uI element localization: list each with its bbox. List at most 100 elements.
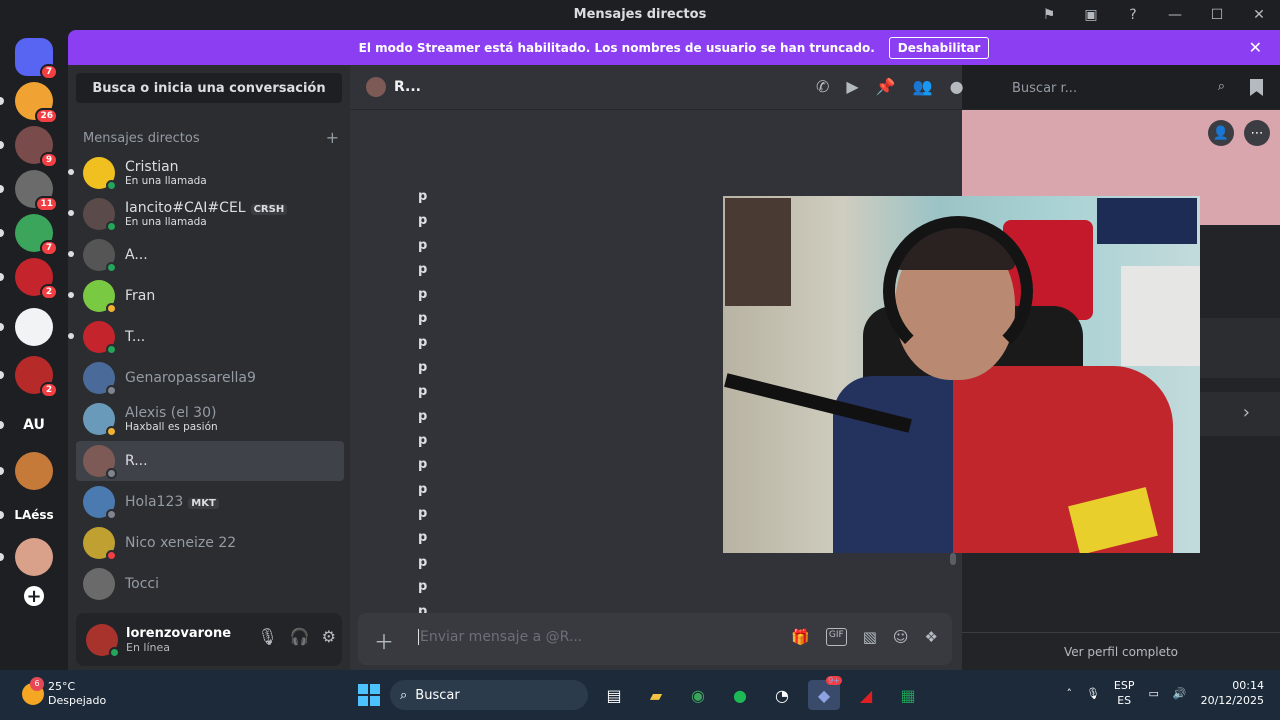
server-icon[interactable]: LAéss <box>14 496 54 534</box>
server-icon[interactable]: 2 <box>15 356 58 398</box>
dm-list-item[interactable]: Hola123 MKT <box>76 482 344 522</box>
chevron-up-icon[interactable]: ˄ <box>1066 687 1072 700</box>
headphones-icon[interactable]: 🎧 <box>290 627 310 646</box>
disable-streamer-button[interactable]: Deshabilitar <box>888 36 990 59</box>
pinned-icon[interactable]: 📌 <box>876 77 896 96</box>
discord-icon[interactable]: ◆ 9+ <box>808 676 842 710</box>
dm-list-item[interactable]: A... <box>68 235 344 275</box>
status-dot <box>106 509 117 520</box>
search-input[interactable]: Buscar r... ⌕ <box>1004 75 1232 101</box>
chevron-right-icon: › <box>1242 402 1250 423</box>
banner-close-icon[interactable]: ✕ <box>1249 38 1262 57</box>
create-dm-icon[interactable]: + <box>326 128 339 147</box>
chat-header: R... ✆ ▶ 📌 👥 ● Buscar r... ⌕ <box>350 65 1280 110</box>
spreadsheet-icon[interactable]: ▦ <box>892 680 924 710</box>
server-icon[interactable]: AU <box>15 406 53 444</box>
flag-icon[interactable]: ⚑ <box>1028 0 1070 30</box>
more-options-icon[interactable]: ⋯ <box>1244 120 1270 146</box>
server-icon[interactable]: 2 <box>15 258 58 300</box>
add-friend-icon[interactable]: 👥 <box>913 77 933 96</box>
chrome-icon[interactable]: ◉ <box>682 680 714 710</box>
file-explorer-icon[interactable]: ▰ <box>640 680 672 710</box>
dm-list-item[interactable]: R... <box>76 441 344 481</box>
avatar[interactable] <box>86 623 120 658</box>
video-call-icon[interactable]: ▶ <box>846 77 858 96</box>
server-icon[interactable] <box>15 308 53 346</box>
view-full-profile-button[interactable]: Ver perfil completo <box>962 632 1280 670</box>
server-icon[interactable]: 9 <box>15 126 58 168</box>
gif-icon[interactable]: GIF <box>825 628 847 646</box>
server-icon[interactable] <box>15 452 53 490</box>
sticker-icon[interactable]: ▧ <box>863 628 877 646</box>
close-icon[interactable]: ✕ <box>1238 0 1280 30</box>
unread-pill <box>0 553 4 561</box>
scrollbar[interactable] <box>950 553 956 565</box>
gift-icon[interactable]: 🎁 <box>791 628 810 646</box>
recipient-name[interactable]: R... <box>394 79 421 95</box>
dm-list-item[interactable]: Fran <box>68 276 344 316</box>
user-profile-icon[interactable]: ● <box>950 77 964 96</box>
dm-list-item[interactable]: Cristian En una llamada <box>68 153 344 193</box>
status-dot <box>106 221 117 232</box>
language-indicator[interactable]: ESP ES <box>1114 678 1135 708</box>
avatar <box>83 321 117 355</box>
dm-list-item[interactable]: Genaropassarella9 <box>76 358 344 398</box>
dm-list-item[interactable]: Nico xeneize 22 <box>76 523 344 563</box>
microphone-icon[interactable]: 🎙 <box>257 627 277 646</box>
clock-app-icon[interactable]: ◔ <box>766 680 798 710</box>
dm-list-item[interactable]: Tocci <box>76 564 344 604</box>
dm-name: Alexis (el 30) <box>125 405 218 421</box>
message-text: p <box>418 384 428 400</box>
screen-share-icon[interactable]: ▣ <box>1070 0 1112 30</box>
inbox-icon[interactable] <box>1250 79 1263 96</box>
volume-icon[interactable]: 🔊 <box>1173 687 1187 700</box>
attach-icon[interactable]: ＋ <box>374 626 394 655</box>
start-button[interactable] <box>358 684 380 706</box>
dm-search-button[interactable]: Busca o inicia una conversación <box>76 73 342 103</box>
server-icon[interactable]: 11 <box>15 170 58 212</box>
username[interactable]: lorenzovarone <box>126 626 231 641</box>
dm-name: A... <box>125 247 148 263</box>
weather-widget[interactable]: 6 25°C Despejado <box>22 677 106 708</box>
minimize-icon[interactable]: — <box>1154 0 1196 30</box>
dm-name: Tocci <box>125 576 159 592</box>
server-icon[interactable]: 7 <box>15 38 58 80</box>
emoji-icon[interactable]: ☺ <box>893 628 909 646</box>
apps-icon[interactable]: ❖ <box>925 628 938 646</box>
microphone-icon[interactable]: 🎙 <box>1086 687 1100 700</box>
message-input[interactable]: Enviar mensaje a @R... <box>418 629 582 645</box>
task-view-icon[interactable]: ▤ <box>598 680 630 710</box>
dm-list-item[interactable]: Iancito#CAI#CEL CRSH En una llamada <box>68 194 344 234</box>
taskbar-search[interactable]: ⌕ Buscar <box>390 680 588 710</box>
help-icon[interactable]: ? <box>1112 0 1154 30</box>
spotify-icon[interactable]: ● <box>724 680 756 710</box>
webcam-whiteboard <box>1121 266 1200 366</box>
server-icon[interactable]: 26 <box>15 82 58 124</box>
discord-badge: 9+ <box>826 676 842 685</box>
server-icon[interactable]: 7 <box>15 214 58 256</box>
dm-list-item[interactable]: Alexis (el 30) Haxball es pasión <box>76 399 344 439</box>
message-text: p <box>418 237 428 253</box>
clan-tag: CRSH <box>250 204 288 215</box>
game-app-icon[interactable]: ◢ <box>850 680 882 710</box>
clan-tag: MKT <box>188 498 219 509</box>
server-icon[interactable] <box>15 538 53 576</box>
weather-badge: 6 <box>30 677 44 691</box>
server-icon[interactable]: + <box>24 586 44 607</box>
notification-badge: 9 <box>40 152 58 168</box>
dm-name: R... <box>125 453 148 469</box>
status-dot <box>106 262 117 273</box>
maximize-icon[interactable]: ☐ <box>1196 0 1238 30</box>
clock[interactable]: 00:14 20/12/2025 <box>1201 678 1264 708</box>
voice-call-icon[interactable]: ✆ <box>816 77 829 96</box>
settings-icon[interactable]: ⚙ <box>322 627 336 646</box>
dm-list-item[interactable]: T... <box>68 317 344 357</box>
dm-activity: Haxball es pasión <box>125 421 218 433</box>
server-list: 7 26 9 11 7 2 2 AU LAéss + <box>0 30 68 670</box>
add-friend-icon[interactable]: 👤 <box>1208 120 1234 146</box>
unread-pill <box>0 323 4 331</box>
avatar <box>83 198 117 232</box>
network-icon[interactable]: ▭ <box>1148 687 1158 700</box>
user-status: En línea <box>126 640 171 654</box>
unread-pill <box>0 421 4 429</box>
